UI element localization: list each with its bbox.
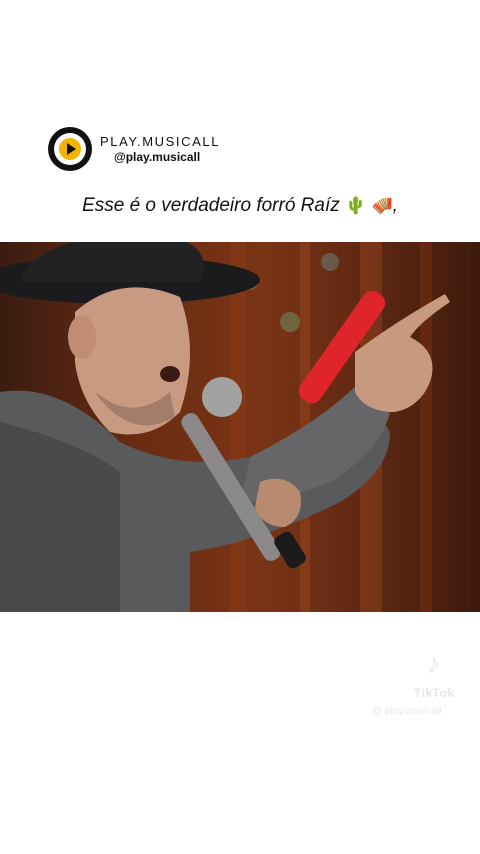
brand-name: PLAY.MUSICALL bbox=[100, 133, 221, 149]
post-caption: Esse é o verdadeiro forró Raíz 🌵 🪗, bbox=[0, 193, 480, 219]
brand-block: PLAY.MUSICALL @play.musicall bbox=[100, 134, 220, 165]
caption-trailing: , bbox=[392, 195, 398, 216]
tiktok-handle: @ play.musicall bbox=[372, 706, 442, 717]
tiktok-watermark: ♪ TikTok @ play.musicall bbox=[372, 648, 480, 722]
video-still bbox=[0, 242, 450, 612]
caption-text: Esse é o verdadeiro forró Raíz bbox=[82, 195, 340, 216]
video-frame[interactable] bbox=[0, 242, 480, 612]
account-header: PLAY.MUSICALL @play.musicall bbox=[48, 126, 220, 172]
brand-handle[interactable]: @play.musicall bbox=[114, 150, 220, 165]
tiktok-wordmark: TikTok bbox=[414, 686, 455, 700]
cactus-emoji-icon: 🌵 bbox=[345, 196, 367, 215]
tiktok-note-icon: ♪ bbox=[426, 647, 441, 680]
play-logo-icon[interactable] bbox=[48, 127, 92, 171]
accordion-emoji-icon: 🪗 bbox=[371, 196, 393, 215]
